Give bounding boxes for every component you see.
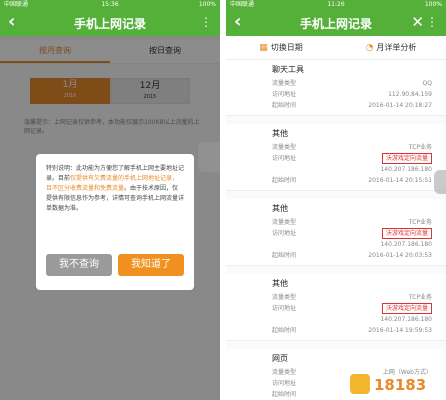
row-label: 起始时间	[272, 252, 297, 259]
row-value: 2016-01-14 20:18:27	[368, 102, 432, 109]
record-title: 聊天工具	[272, 65, 304, 74]
row-value: 112.90.84.159	[388, 91, 432, 98]
record-row: 起始时间 2016-01-14 19:59:53	[272, 325, 432, 336]
row-label: 起始时间	[272, 177, 297, 184]
flagged-value: 沃游戏定向流量	[381, 153, 432, 164]
monthly-analysis-button[interactable]: ◔ 月详单分析	[336, 36, 446, 59]
row-value: 2016-01-14 20:15:51	[368, 177, 432, 184]
more-menu-icon[interactable]: ⋮	[426, 14, 438, 30]
row-value: 140.207.186.180	[380, 166, 432, 173]
row-label: 访问地址	[272, 305, 297, 312]
notice-dialog: 特别说明：此功能为方便您了解手机上网主要地址记录。目前仅提供有欠费流量的手机上网…	[36, 154, 194, 290]
watermark-logo: 18183	[350, 374, 426, 394]
clock: 11:26	[327, 1, 345, 8]
row-value: 2016-01-14 19:59:53	[368, 327, 432, 334]
record-title: 其他	[272, 279, 288, 288]
floating-assistant-button[interactable]	[434, 170, 446, 194]
record-title: 其他	[272, 129, 288, 138]
record-row: 访问地址 112.90.84.159	[272, 89, 432, 100]
title-bar: ‹ 手机上网记录 ✕ ⋮	[226, 10, 446, 36]
row-label: 访问地址	[272, 230, 297, 237]
record-row: 访问地址 沃游戏定向流量	[272, 153, 432, 164]
more-menu-icon[interactable]: ⋮	[200, 14, 212, 30]
watermark-text: 18183	[374, 376, 426, 394]
dialog-buttons: 我不查询 我知道了	[46, 254, 184, 276]
row-label: 流量类型	[272, 219, 297, 226]
row-label: 流量类型	[272, 80, 297, 87]
record-row: 起始时间 2016-01-14 20:18:27	[272, 100, 432, 111]
close-icon[interactable]: ✕	[411, 12, 424, 32]
acknowledge-button[interactable]: 我知道了	[118, 254, 184, 276]
record-card: 聊天工具流量类型 QQ 访问地址 112.90.84.159 起始时间 2016-01-1…	[226, 60, 446, 116]
record-row: 访问地址 沃游戏定向流量	[272, 303, 432, 314]
switch-date-label: 切换日期	[270, 43, 303, 52]
record-list: 聊天工具流量类型 QQ 访问地址 112.90.84.159 起始时间 2016-01-1…	[226, 60, 446, 400]
record-row: 访问地址 沃游戏定向流量	[272, 228, 432, 239]
battery-label: 100%	[198, 1, 216, 8]
row-label: 流量类型	[272, 294, 297, 301]
floating-assistant-button[interactable]	[198, 142, 220, 172]
record-title: 其他	[272, 204, 288, 213]
switch-date-button[interactable]: ▦ 切换日期	[226, 36, 336, 59]
row-value: 2016-01-14 20:03:53	[368, 252, 432, 259]
calendar-icon: ▦	[259, 43, 268, 53]
row-value: 140.207.186.180	[380, 316, 432, 323]
row-label: 起始时间	[272, 102, 297, 109]
watermark-badge	[350, 374, 370, 394]
record-row: 起始时间 2016-01-14 20:03:53	[272, 250, 432, 261]
dialog-message: 特别说明：此功能为方便您了解手机上网主要地址记录。目前仅提供有欠费流量的手机上网…	[46, 164, 184, 214]
row-value: TCP业务	[408, 294, 432, 301]
record-card: 其他流量类型 TCP业务访问地址 沃游戏定向流量 140.207.186.180 起始时…	[226, 124, 446, 191]
page-title: 手机上网记录	[73, 17, 146, 31]
row-label: 流量类型	[272, 144, 297, 151]
record-title: 网页	[272, 354, 288, 363]
chart-icon: ◔	[365, 43, 374, 53]
row-value: QQ	[422, 80, 432, 87]
record-card: 其他流量类型 TCP业务访问地址 沃游戏定向流量 140.207.186.180 起始时…	[226, 274, 446, 341]
flagged-value: 沃游戏定向流量	[381, 303, 432, 314]
row-value: TCP业务	[408, 219, 432, 226]
left-phone-screen: 中国联通 15:36 100% ‹ 手机上网记录 ⋮ 按月查询 按日查询 1月 …	[0, 0, 220, 400]
row-label: 起始时间	[272, 391, 297, 398]
record-row: 流量类型 TCP业务	[272, 142, 432, 153]
row-value: TCP业务	[408, 144, 432, 151]
record-row: 起始时间 2016-01-14 20:15:51	[272, 175, 432, 186]
record-row: 流量类型 QQ	[272, 78, 432, 89]
status-bar: 中国联通 11:26 100%	[226, 0, 446, 10]
record-row: 流量类型 TCP业务	[272, 217, 432, 228]
monthly-analysis-label: 月详单分析	[376, 43, 417, 52]
status-bar: 中国联通 15:36 100%	[0, 0, 220, 10]
row-label: 访问地址	[272, 380, 297, 387]
record-row: 140.207.186.180	[272, 314, 432, 325]
clock: 15:36	[101, 1, 119, 8]
row-label: 访问地址	[272, 155, 297, 162]
row-label: 流量类型	[272, 369, 297, 376]
record-row: 140.207.186.180	[272, 239, 432, 250]
record-toolbar: ▦ 切换日期 ◔ 月详单分析	[226, 36, 446, 60]
row-label: 起始时间	[272, 327, 297, 334]
right-phone-screen: 中国联通 11:26 100% ‹ 手机上网记录 ✕ ⋮ ▦ 切换日期 ◔ 月详单分…	[226, 0, 446, 400]
record-row: 流量类型 TCP业务	[272, 292, 432, 303]
row-value: 140.207.186.180	[380, 241, 432, 248]
title-bar: ‹ 手机上网记录 ⋮	[0, 10, 220, 36]
battery-label: 100%	[424, 1, 442, 8]
row-label: 访问地址	[272, 91, 297, 98]
record-row: 140.207.186.180	[272, 164, 432, 175]
record-card: 其他流量类型 TCP业务访问地址 沃游戏定向流量 140.207.186.180 起始时…	[226, 199, 446, 266]
decline-button[interactable]: 我不查询	[46, 254, 112, 276]
flagged-value: 沃游戏定向流量	[381, 228, 432, 239]
